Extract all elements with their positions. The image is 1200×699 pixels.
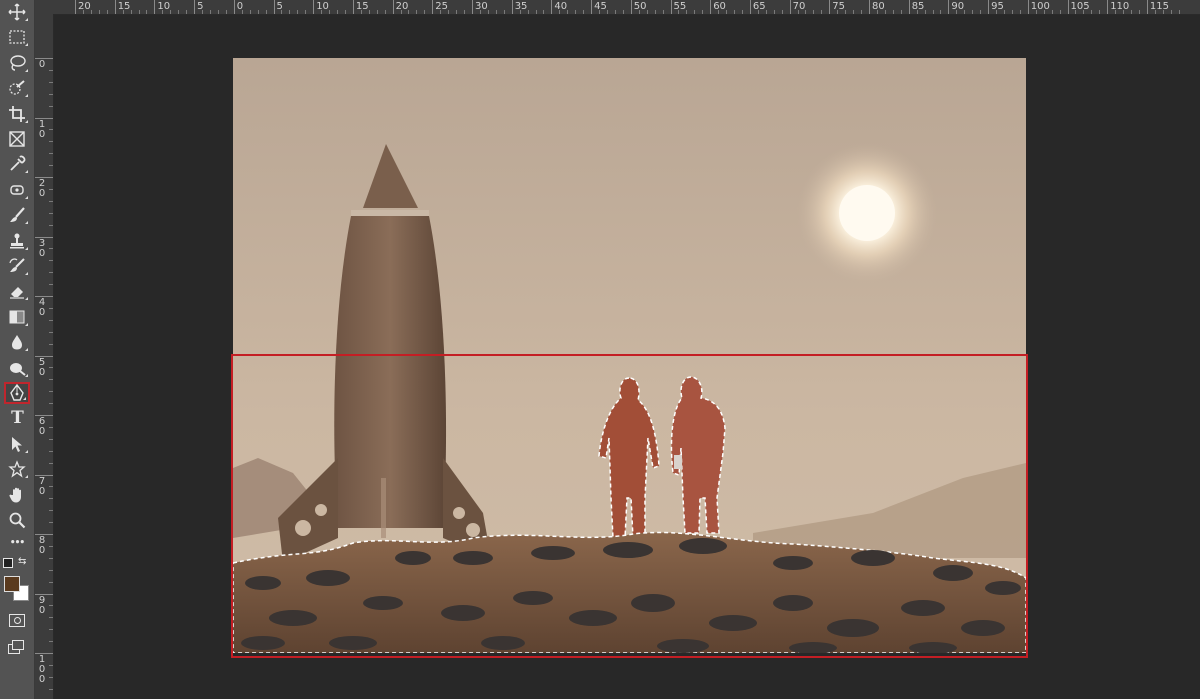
shape-icon	[8, 460, 26, 478]
ruler-label: 15	[117, 1, 131, 12]
zoom-tool[interactable]	[4, 509, 30, 531]
drop-icon	[12, 335, 22, 350]
move-icon	[8, 3, 26, 21]
clone-stamp-tool[interactable]	[4, 230, 30, 252]
ruler-label: 25	[435, 1, 449, 12]
history-brush-tool[interactable]	[4, 255, 30, 277]
ruler-label: 40	[554, 1, 568, 12]
type-tool[interactable]: T	[4, 407, 30, 429]
healing-brush-tool[interactable]	[4, 179, 30, 201]
edit-toolbar[interactable]: •••	[4, 532, 30, 554]
gradient-icon	[9, 310, 25, 324]
ruler-label: 20	[38, 178, 46, 199]
brush-tool[interactable]	[4, 204, 30, 226]
blur-tool[interactable]	[4, 331, 30, 353]
path-selection-tool[interactable]	[4, 433, 30, 455]
rect-marquee-icon	[9, 30, 25, 45]
ruler-label: 80	[38, 535, 46, 556]
ruler-label: 75	[832, 1, 846, 12]
ellipsis-icon: •••	[9, 538, 25, 548]
hand-tool[interactable]	[4, 484, 30, 506]
ruler-label: 100	[1030, 1, 1050, 12]
ruler-label: 100	[38, 654, 46, 685]
eraser-tool[interactable]	[4, 280, 30, 302]
eraser-icon	[10, 287, 24, 299]
lasso-icon	[10, 55, 26, 71]
ruler-label: 60	[38, 416, 46, 437]
ruler-label: 105	[1070, 1, 1090, 12]
ruler-label: 90	[38, 594, 46, 616]
horizontal-ruler: 20 15 10 5 0 5 10 15 20 25 30 35 40 45 50 55 60 65 70 75 80 8…	[35, 0, 1200, 15]
ruler-label: 90	[951, 1, 965, 12]
ruler-label: 80	[872, 1, 885, 12]
ruler-label: 110	[1110, 1, 1130, 12]
dodge-tool[interactable]	[4, 357, 30, 379]
gradient-tool[interactable]	[4, 306, 30, 328]
highlight-rectangle	[231, 354, 1028, 658]
ruler-label: 10	[157, 1, 171, 12]
quick-selection-tool[interactable]	[4, 77, 30, 99]
brush-icon	[10, 207, 25, 223]
ruler-label: 20	[78, 1, 91, 12]
ruler-label: 10	[316, 1, 329, 12]
pen-tool[interactable]	[4, 382, 30, 404]
ruler-label: 10	[38, 118, 46, 140]
ruler-label: 65	[752, 1, 766, 12]
tools-panel: T ••• ⇆	[0, 0, 35, 699]
history-brush-icon	[9, 258, 25, 272]
ruler-label: 95	[991, 1, 1004, 12]
marquee-tool[interactable]	[4, 26, 30, 48]
vertical-ruler: 0 10 20 30 40 50 60 70 80 90 100	[35, 14, 54, 699]
quick-selection-icon	[9, 80, 25, 95]
frame-tool[interactable]	[4, 128, 30, 150]
bandage-icon	[10, 185, 24, 195]
arrow-icon	[12, 436, 22, 452]
zoom-icon	[9, 512, 26, 529]
hand-icon	[9, 487, 21, 503]
dodge-icon	[10, 362, 26, 376]
ruler-label: 70	[792, 1, 806, 12]
ruler-label: 50	[38, 356, 46, 378]
foreground-color-swatch[interactable]	[4, 576, 20, 592]
ruler-label: 55	[673, 1, 687, 12]
stamp-icon	[10, 233, 24, 249]
ruler-label: 30	[475, 1, 488, 12]
shape-tool[interactable]	[4, 458, 30, 480]
type-icon: T	[11, 408, 24, 429]
frame-icon	[9, 131, 25, 147]
ruler-label: 30	[38, 237, 46, 259]
ruler-label: 45	[594, 1, 607, 12]
ruler-label: 40	[38, 297, 46, 318]
ruler-label: 20	[395, 1, 409, 12]
screen-mode-icon[interactable]	[8, 640, 24, 654]
move-tool[interactable]	[4, 1, 30, 23]
eyedropper-tool[interactable]	[4, 153, 30, 175]
ruler-label: 0	[38, 59, 46, 70]
lasso-tool[interactable]	[4, 52, 30, 74]
ruler-label: 50	[633, 1, 647, 12]
crop-tool[interactable]	[4, 103, 30, 125]
default-colors-icon[interactable]	[3, 558, 13, 568]
eyedropper-icon	[10, 155, 26, 172]
ruler-label: 85	[911, 1, 925, 12]
ruler-label: 115	[1149, 1, 1169, 12]
ruler-label: 35	[514, 1, 528, 12]
ruler-label: 15	[355, 1, 369, 12]
quick-mask-icon[interactable]	[9, 614, 25, 627]
ruler-label: 70	[38, 475, 46, 497]
swap-colors-icon[interactable]: ⇆	[18, 556, 26, 567]
crop-icon	[9, 105, 25, 122]
ruler-label: 60	[713, 1, 726, 12]
